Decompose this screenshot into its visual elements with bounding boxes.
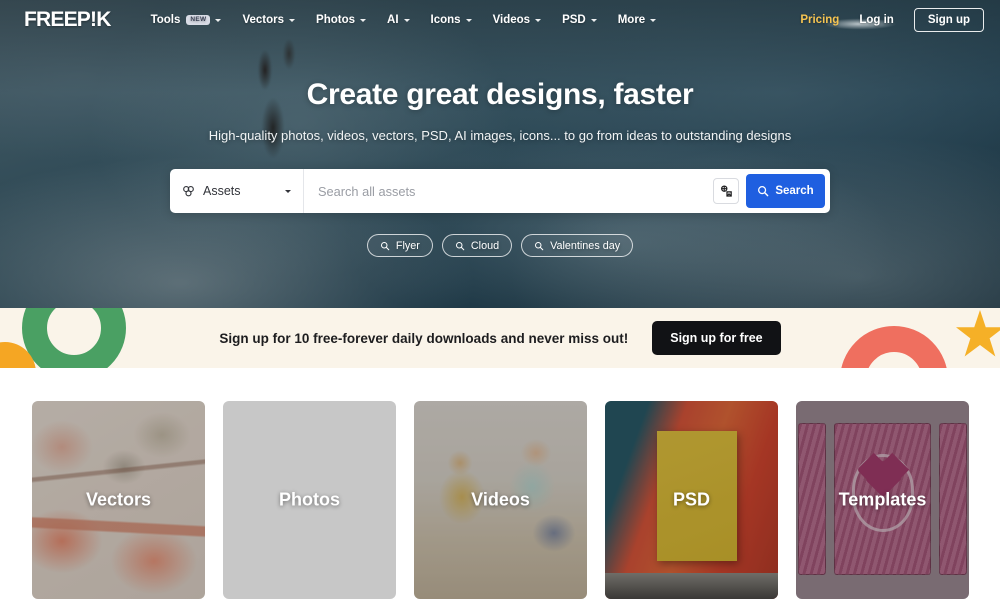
promo-banner: Sign up for 10 free-forever daily downlo… — [0, 308, 1000, 368]
nav-item-more[interactable]: More — [617, 14, 657, 26]
main-navigation: Tools NEW Vectors Photos AI Icons Videos… — [151, 14, 801, 26]
search-bar: Assets Search — [170, 169, 830, 213]
nav-item-vectors[interactable]: Vectors — [242, 14, 296, 26]
chevron-down-icon — [535, 19, 542, 22]
search-icon — [535, 241, 544, 250]
signup-for-free-button[interactable]: Sign up for free — [652, 321, 781, 355]
chip-label: Flyer — [395, 239, 420, 252]
nav-item-photos[interactable]: Photos — [316, 14, 367, 26]
category-label: Templates — [838, 489, 927, 510]
nav-label: PSD — [562, 14, 586, 26]
category-card-photos[interactable]: Photos — [223, 401, 396, 599]
categories-section: Vectors Photos Videos PSD Templates — [0, 368, 1000, 599]
nav-label: Photos — [316, 14, 356, 26]
image-search-button[interactable] — [713, 178, 739, 204]
chevron-down-icon — [403, 19, 410, 22]
asset-type-label: Assets — [203, 184, 241, 198]
search-button[interactable]: Search — [746, 174, 825, 208]
category-card-vectors[interactable]: Vectors — [32, 401, 205, 599]
chevron-down-icon — [289, 19, 296, 22]
search-button-label: Search — [775, 185, 814, 197]
nav-label: More — [617, 14, 646, 26]
nav-label: AI — [387, 14, 399, 26]
freepik-logo[interactable]: FREEP!K — [24, 8, 111, 32]
decorative-yellow-star — [956, 310, 1000, 357]
image-search-icon — [720, 184, 732, 197]
nav-label: Tools — [150, 14, 181, 26]
category-label: PSD — [672, 489, 710, 510]
decorative-orange-circle — [0, 342, 36, 368]
hero-section: FREEP!K Tools NEW Vectors Photos AI Icon… — [0, 0, 1000, 308]
signup-button[interactable]: Sign up — [913, 8, 984, 32]
hero-content: Create great designs, faster High-qualit… — [0, 0, 1000, 308]
login-link[interactable]: Log in — [859, 14, 894, 26]
chip-label: Valentines day — [550, 239, 621, 252]
chip-flyer[interactable]: Flyer — [366, 234, 433, 257]
pricing-link[interactable]: Pricing — [800, 14, 839, 26]
nav-item-tools[interactable]: Tools NEW — [151, 14, 222, 26]
chevron-down-icon — [590, 19, 597, 22]
asset-type-selector[interactable]: Assets — [170, 169, 304, 213]
hero-subtitle: High-quality photos, videos, vectors, PS… — [208, 128, 792, 143]
nav-item-psd[interactable]: PSD — [562, 14, 597, 26]
decorative-coral-arch — [840, 326, 948, 368]
chevron-down-icon — [360, 19, 367, 22]
category-card-templates[interactable]: Templates — [796, 401, 969, 599]
category-label: Vectors — [85, 489, 152, 510]
search-icon — [455, 241, 465, 250]
site-header: FREEP!K Tools NEW Vectors Photos AI Icon… — [0, 0, 1000, 40]
search-icon — [758, 186, 769, 197]
nav-label: Vectors — [242, 14, 285, 26]
category-card-psd[interactable]: PSD — [605, 401, 778, 599]
hero-title: Create great designs, faster — [306, 78, 694, 111]
category-cards: Vectors Photos Videos PSD Templates — [0, 401, 1000, 599]
assets-icon — [183, 185, 194, 196]
nav-item-icons[interactable]: Icons — [431, 14, 472, 26]
search-input[interactable] — [304, 169, 713, 213]
category-label: Videos — [471, 489, 530, 510]
chevron-down-icon — [285, 189, 291, 193]
category-label: Photos — [279, 489, 340, 510]
nav-label: Videos — [492, 14, 531, 26]
chevron-down-icon — [465, 19, 472, 22]
chip-valentines-day[interactable]: Valentines day — [521, 234, 634, 257]
suggestion-chips: Flyer Cloud Valentines day — [366, 234, 634, 257]
nav-label: Icons — [430, 14, 461, 26]
category-card-videos[interactable]: Videos — [414, 401, 587, 599]
header-actions: Pricing Log in Sign up — [800, 8, 984, 32]
nav-item-videos[interactable]: Videos — [493, 14, 542, 26]
new-badge: NEW — [186, 14, 211, 26]
card-artwork-floor — [605, 573, 778, 599]
promo-text: Sign up for 10 free-forever daily downlo… — [219, 330, 629, 346]
chip-label: Cloud — [470, 239, 500, 252]
chip-cloud[interactable]: Cloud — [441, 234, 513, 257]
nav-item-ai[interactable]: AI — [387, 14, 410, 26]
chevron-down-icon — [650, 19, 657, 22]
chevron-down-icon — [215, 19, 222, 22]
decorative-green-ring — [22, 308, 126, 368]
search-icon — [380, 241, 390, 250]
